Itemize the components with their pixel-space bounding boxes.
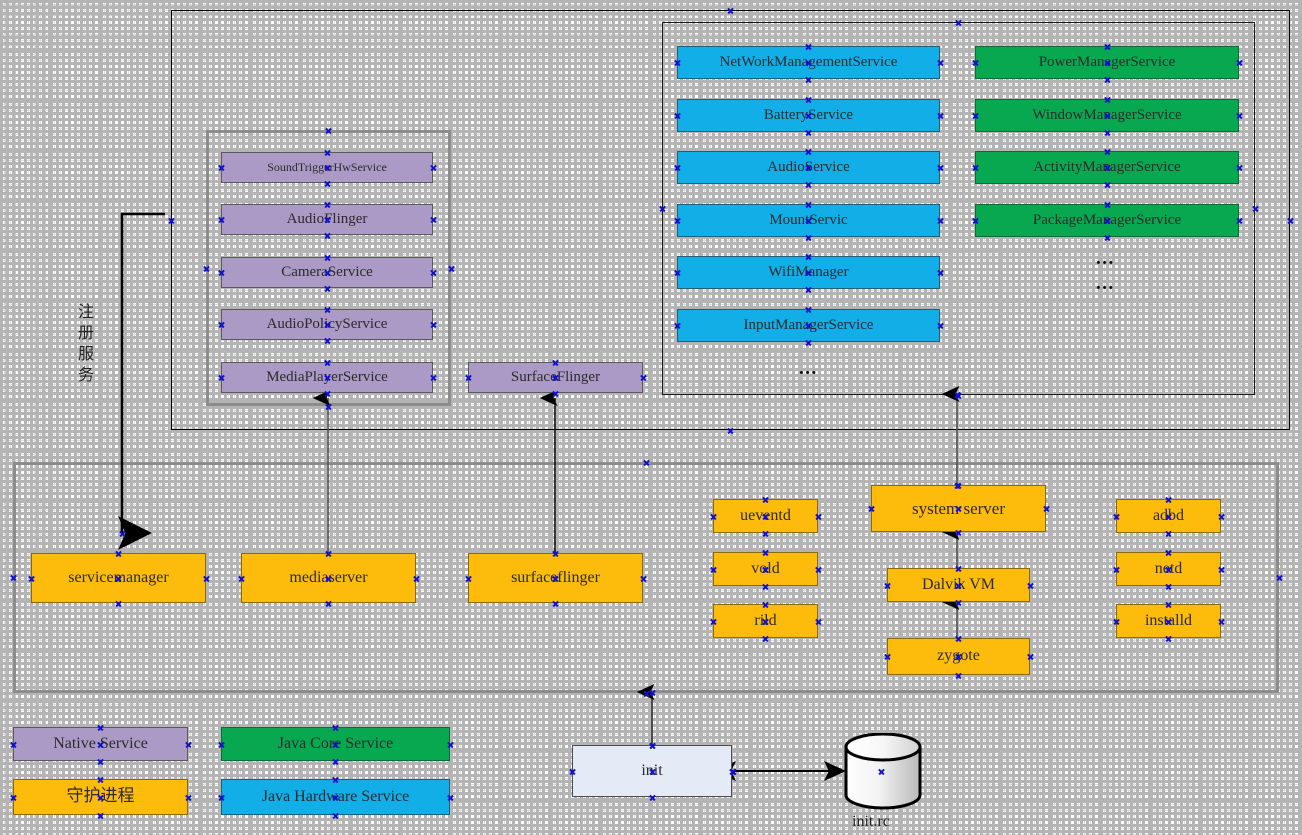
daemon-mediaserver[interactable]: mediaserver [241, 553, 416, 603]
init-rc-label: init.rc [852, 813, 890, 830]
java-hw-service-input-manager[interactable]: InputManagerService [677, 309, 940, 342]
java-core-service-package-manager[interactable]: PackageManagerService [975, 204, 1239, 237]
daemon-netd[interactable]: netd [1116, 552, 1221, 586]
daemon-vold[interactable]: vold [713, 552, 818, 586]
diagram-canvas: SoundTriggerHwService AudioFlinger Camer… [0, 0, 1302, 835]
daemon-zygote[interactable]: zygote [887, 638, 1030, 675]
java-hw-service-mount[interactable]: MountServic [677, 204, 940, 237]
java-hw-service-battery[interactable]: BatteryService [677, 99, 940, 132]
java-hw-service-wifi-manager[interactable]: WifiManager [677, 256, 940, 289]
java-core-services-ellipsis-2: ... [1096, 273, 1115, 294]
init-process-box[interactable]: init [572, 745, 732, 797]
daemon-servicemanager[interactable]: servicemanager [31, 553, 206, 603]
legend-native-service: Native Service [13, 727, 188, 761]
java-hw-service-audio[interactable]: AudioService [677, 151, 940, 184]
java-core-service-power-manager[interactable]: PowerManagerService [975, 46, 1239, 79]
java-hw-services-ellipsis: ... [799, 358, 818, 379]
native-service-media-player-service[interactable]: MediaPlayerService [221, 362, 433, 393]
java-core-services-ellipsis-1: ... [1096, 248, 1115, 269]
register-service-label: 注册服务 [75, 303, 94, 387]
legend-java-core-service: Java Core Service [221, 727, 450, 761]
native-service-audio-policy-service[interactable]: AudioPolicyService [221, 309, 433, 340]
native-service-audio-flinger[interactable]: AudioFlinger [221, 204, 433, 235]
init-rc-database-cylinder [843, 732, 923, 811]
daemon-rild[interactable]: rild [713, 604, 818, 638]
java-core-service-activity-manager[interactable]: ActivityManagerService [975, 151, 1239, 184]
native-service-sound-trigger-hw[interactable]: SoundTriggerHwService [221, 152, 433, 183]
java-hw-service-network-management[interactable]: NetWorkManagementService [677, 46, 940, 79]
daemon-adbd[interactable]: adbd [1116, 499, 1221, 533]
daemon-installd[interactable]: installd [1116, 604, 1221, 638]
daemon-dalvik-vm[interactable]: Dalvik VM [887, 568, 1030, 602]
daemon-ueventd[interactable]: ueventd [713, 499, 818, 533]
daemon-system-server[interactable]: system server [871, 485, 1046, 532]
legend-java-hardware-service: Java Hardware Service [221, 779, 450, 815]
native-service-camera-service[interactable]: CameraService [221, 257, 433, 288]
legend-daemon: 守护进程 [13, 779, 188, 815]
native-service-surface-flinger[interactable]: SurfaceFlinger [468, 362, 643, 393]
daemon-surfaceflinger[interactable]: surfaceflinger [468, 553, 643, 603]
java-core-service-window-manager[interactable]: WindowManagerService [975, 99, 1239, 132]
